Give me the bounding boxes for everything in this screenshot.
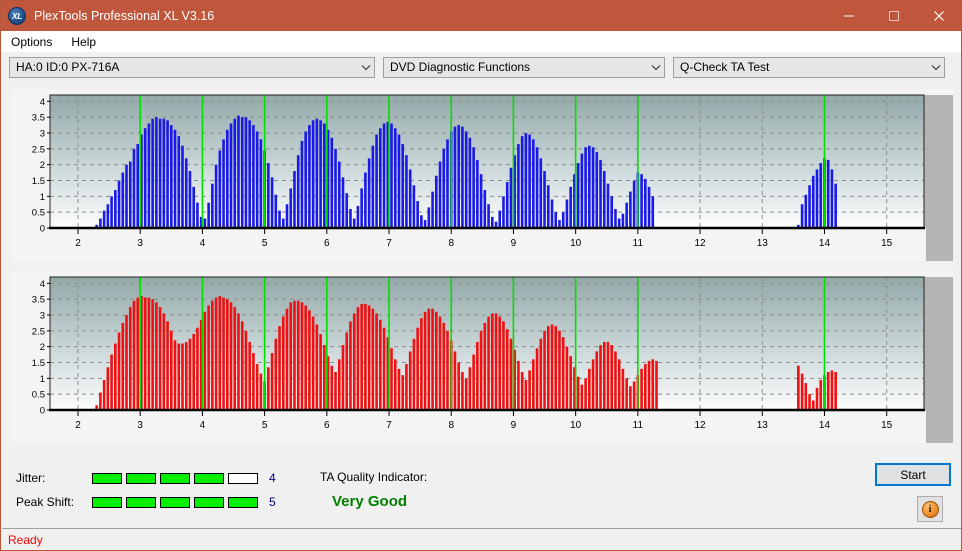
maximize-icon[interactable] — [871, 1, 916, 31]
svg-text:0.5: 0.5 — [32, 390, 45, 401]
svg-text:10: 10 — [570, 420, 582, 431]
svg-text:2: 2 — [40, 342, 45, 353]
svg-text:1.5: 1.5 — [32, 176, 45, 187]
status-bar: Ready — [2, 528, 961, 550]
function-select[interactable]: DVD Diagnostic Functions — [383, 56, 665, 78]
ta-chart-top: 0 0.5 1 1.5 2 2.5 3 3.5 4 2 3 4 5 6 7 8 9 10 11 12 13 14 15 — [11, 89, 953, 261]
start-button[interactable]: Start — [875, 463, 951, 486]
meter-segment — [92, 472, 122, 484]
svg-text:1.5: 1.5 — [32, 358, 45, 369]
ta-chart-bottom-panel: 0 0.5 1 1.5 2 2.5 3 3.5 4 2 3 4 5 6 7 8 9 10 11 12 13 14 15 — [11, 271, 953, 443]
info-button[interactable]: i — [917, 496, 943, 522]
svg-text:2: 2 — [40, 160, 45, 171]
window-controls — [826, 1, 961, 31]
svg-text:13: 13 — [757, 420, 769, 431]
svg-text:3.5: 3.5 — [32, 295, 45, 306]
svg-text:7: 7 — [386, 420, 392, 431]
results-panel: Jitter: 4 Peak Shift: 5 TA Quality Indic… — [2, 453, 961, 527]
status-text: Ready — [8, 532, 43, 547]
chevron-down-icon — [927, 64, 944, 71]
svg-text:14: 14 — [819, 238, 831, 249]
meter-segment — [228, 496, 258, 508]
svg-text:3.5: 3.5 — [32, 113, 45, 124]
selector-toolbar: HA:0 ID:0 PX-716A DVD Diagnostic Functio… — [1, 52, 961, 82]
chevron-down-icon — [647, 64, 664, 71]
svg-text:12: 12 — [694, 420, 706, 431]
meter-segment — [228, 472, 258, 484]
svg-text:4: 4 — [200, 420, 206, 431]
menu-bar: Options Help — [1, 31, 961, 52]
svg-text:8: 8 — [448, 420, 454, 431]
svg-text:5: 5 — [262, 420, 268, 431]
title-bar: XL PlexTools Professional XL V3.16 — [1, 1, 961, 31]
svg-text:11: 11 — [633, 238, 644, 249]
ta-chart-bottom-svg: 0 0.5 1 1.5 2 2.5 3 3.5 4 2 3 4 5 6 7 8 9 10 11 12 13 14 15 — [11, 271, 953, 443]
svg-text:2.5: 2.5 — [32, 144, 45, 155]
plextools-xl-icon: XL — [8, 7, 26, 25]
meter-segment — [194, 472, 224, 484]
ta-chart-top-panel: 0 0.5 1 1.5 2 2.5 3 3.5 4 2 3 4 5 6 7 8 9 10 11 12 13 14 15 — [11, 89, 953, 261]
svg-text:3: 3 — [137, 420, 143, 431]
svg-text:9: 9 — [511, 238, 517, 249]
peak-shift-meter — [92, 496, 258, 508]
ta-chart-bottom: 0 0.5 1 1.5 2 2.5 3 3.5 4 2 3 4 5 6 7 8 9 10 11 12 13 14 15 — [11, 271, 953, 443]
svg-text:4: 4 — [200, 238, 206, 249]
peak-shift-row: Peak Shift: 5 — [16, 495, 276, 509]
svg-text:7: 7 — [386, 238, 392, 249]
peak-shift-label: Peak Shift: — [16, 495, 75, 509]
svg-text:9: 9 — [511, 420, 517, 431]
meter-segment — [160, 496, 190, 508]
jitter-label: Jitter: — [16, 471, 46, 485]
peak-shift-value: 5 — [269, 495, 276, 509]
drive-select[interactable]: HA:0 ID:0 PX-716A — [9, 56, 375, 78]
meter-segment — [92, 496, 122, 508]
svg-text:15: 15 — [881, 420, 893, 431]
svg-text:10: 10 — [570, 238, 582, 249]
ta-chart-top-svg: 0 0.5 1 1.5 2 2.5 3 3.5 4 2 3 4 5 6 7 8 9 10 11 12 13 14 15 — [11, 89, 953, 261]
minimize-icon[interactable] — [826, 1, 871, 31]
svg-text:1: 1 — [40, 192, 45, 203]
info-icon: i — [921, 500, 939, 518]
svg-text:4: 4 — [40, 97, 45, 108]
svg-text:11: 11 — [633, 420, 644, 431]
ta-quality-label: TA Quality Indicator: — [320, 470, 428, 484]
svg-text:3: 3 — [40, 311, 45, 322]
plextools-window: XL PlexTools Professional XL V3.16 Optio… — [0, 0, 962, 551]
svg-text:2: 2 — [75, 420, 81, 431]
meter-segment — [126, 472, 156, 484]
jitter-row: Jitter: 4 — [16, 471, 276, 485]
svg-text:2: 2 — [75, 238, 81, 249]
svg-text:0: 0 — [40, 224, 45, 235]
menu-item-help[interactable]: Help — [69, 35, 105, 49]
svg-text:8: 8 — [448, 238, 454, 249]
svg-text:6: 6 — [324, 420, 330, 431]
meter-segment — [194, 496, 224, 508]
window-title: PlexTools Professional XL V3.16 — [34, 9, 215, 23]
svg-text:3: 3 — [40, 129, 45, 140]
chevron-down-icon — [357, 64, 374, 71]
function-select-value: DVD Diagnostic Functions — [390, 60, 531, 74]
meter-segment — [160, 472, 190, 484]
svg-text:0.5: 0.5 — [32, 208, 45, 219]
svg-text:3: 3 — [137, 238, 143, 249]
svg-text:15: 15 — [881, 238, 893, 249]
svg-text:0: 0 — [40, 406, 45, 417]
jitter-meter — [92, 472, 258, 484]
svg-text:13: 13 — [757, 238, 769, 249]
jitter-value: 4 — [269, 471, 276, 485]
test-select[interactable]: Q-Check TA Test — [673, 56, 945, 78]
drive-select-value: HA:0 ID:0 PX-716A — [16, 60, 120, 74]
svg-text:1: 1 — [40, 374, 45, 385]
meter-segment — [126, 496, 156, 508]
menu-item-options[interactable]: Options — [9, 35, 61, 49]
svg-text:5: 5 — [262, 238, 268, 249]
svg-text:14: 14 — [819, 420, 831, 431]
svg-text:2.5: 2.5 — [32, 326, 45, 337]
ta-quality-value: Very Good — [332, 493, 408, 510]
svg-text:6: 6 — [324, 238, 330, 249]
svg-text:12: 12 — [694, 238, 706, 249]
svg-text:4: 4 — [40, 279, 45, 290]
test-select-value: Q-Check TA Test — [680, 60, 770, 74]
close-icon[interactable] — [916, 1, 961, 31]
